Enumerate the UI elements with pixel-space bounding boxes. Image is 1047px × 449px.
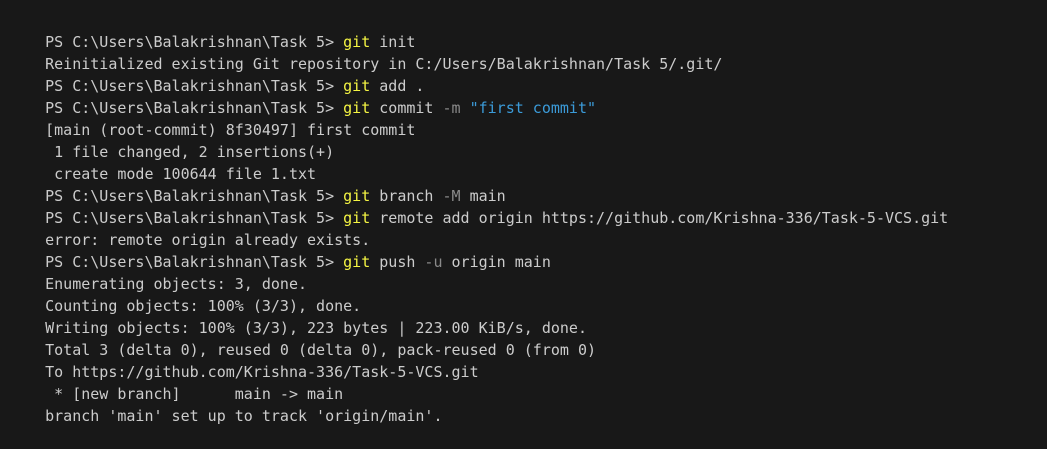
output-text: Reinitialized existing Git repository in… [45, 55, 723, 73]
command-flag: -u [424, 253, 443, 271]
terminal-panel[interactable]: PS C:\Users\Balakrishnan\Task 5> git ini… [0, 0, 1047, 425]
command-args: origin main [442, 253, 551, 271]
command-args: main [460, 187, 506, 205]
command: git [343, 187, 371, 205]
command: git [343, 77, 371, 95]
output-text: Total 3 (delta 0), reused 0 (delta 0), p… [45, 341, 597, 359]
output-text: Writing objects: 100% (3/3), 223 bytes |… [45, 319, 587, 337]
output-text: [main (root-commit) 8f30497] first commi… [45, 121, 416, 139]
command-args: push [370, 253, 425, 271]
output-text: To https://github.com/Krishna-336/Task-5… [45, 363, 479, 381]
terminal-line: PS C:\Users\Balakrishnan\Task 5> git ini… [9, 9, 1047, 51]
command-args: remote add origin https://github.com/Kri… [370, 209, 949, 227]
output-text: * [new branch] main -> main [45, 385, 344, 403]
command: git [343, 209, 371, 227]
command-args: branch [370, 187, 443, 205]
prompt: PS C:\Users\Balakrishnan\Task 5> [45, 253, 344, 271]
command-args: commit [370, 99, 443, 117]
command-flag: -M [442, 187, 461, 205]
output-text: Enumerating objects: 3, done. [45, 275, 308, 293]
prompt: PS C:\Users\Balakrishnan\Task 5> [45, 187, 344, 205]
output-text: create mode 100644 file 1.txt [45, 165, 317, 183]
command: git [343, 253, 371, 271]
error-text: error: remote origin already exists. [45, 231, 371, 249]
prompt: PS C:\Users\Balakrishnan\Task 5> [45, 209, 344, 227]
prompt: PS C:\Users\Balakrishnan\Task 5> [45, 77, 344, 95]
output-text: 1 file changed, 2 insertions(+) [45, 143, 335, 161]
output-text: Counting objects: 100% (3/3), done. [45, 297, 362, 315]
command-string: "first commit" [460, 99, 597, 117]
command-args: init [370, 33, 416, 51]
command: git [343, 99, 371, 117]
output-text: branch 'main' set up to track 'origin/ma… [45, 407, 443, 425]
command: git [343, 33, 371, 51]
prompt: PS C:\Users\Balakrishnan\Task 5> [45, 99, 344, 117]
prompt: PS C:\Users\Balakrishnan\Task 5> [45, 33, 344, 51]
command-args: add . [370, 77, 425, 95]
command-flag: -m [442, 99, 461, 117]
